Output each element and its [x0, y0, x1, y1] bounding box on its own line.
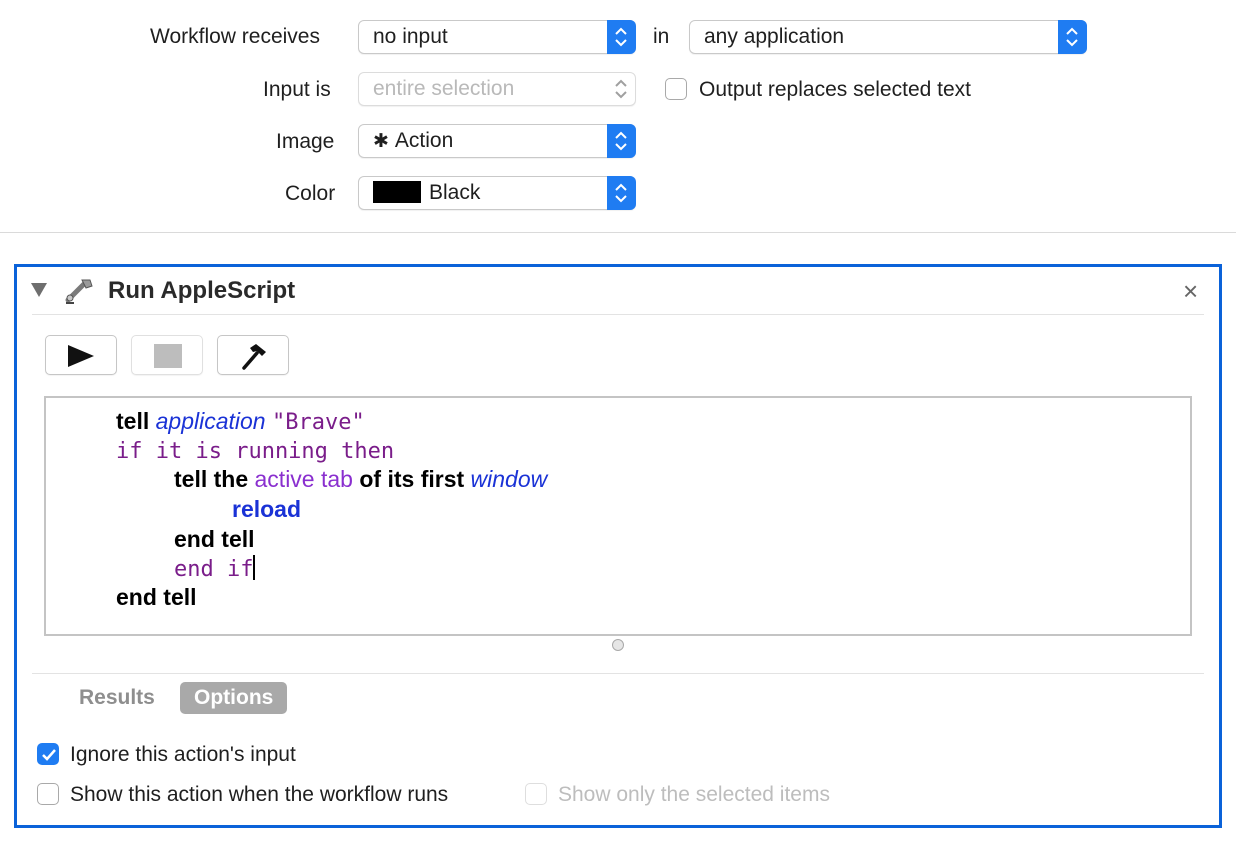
disclosure-triangle-icon[interactable] — [30, 282, 48, 303]
applescript-icon — [62, 276, 96, 311]
application-popup[interactable]: any application — [689, 20, 1087, 54]
show-action-checkbox[interactable] — [37, 783, 59, 805]
application-value: any application — [704, 25, 845, 48]
color-value: Black — [429, 181, 481, 204]
chevron-updown-icon — [607, 72, 636, 106]
tabs-divider — [32, 673, 1204, 674]
stop-icon — [154, 344, 182, 368]
show-action-label: Show this action when the workflow runs — [70, 783, 449, 806]
input-is-label: Input is — [263, 78, 331, 101]
script-line-2: if it is running then — [116, 439, 395, 464]
ignore-input-label: Ignore this action's input — [70, 743, 296, 766]
script-line-4: reload — [232, 496, 302, 522]
image-value: Action — [394, 129, 454, 152]
image-label: Image — [276, 130, 335, 153]
color-popup[interactable]: Black — [358, 176, 636, 210]
text-caret — [253, 555, 256, 580]
script-line-5: end tell — [174, 526, 255, 552]
tab-options[interactable]: Options — [180, 682, 288, 714]
play-icon — [68, 345, 94, 367]
run-button[interactable] — [45, 335, 117, 375]
output-replaces-checkbox[interactable] — [665, 78, 687, 100]
checkmark-icon — [42, 749, 56, 761]
hammer-icon — [242, 344, 266, 370]
input-is-popup: entire selection — [358, 72, 636, 106]
ignore-input-checkbox[interactable] — [37, 743, 59, 765]
chevron-updown-icon — [607, 176, 636, 210]
script-line-6: end if — [174, 555, 256, 582]
color-swatch — [373, 181, 421, 203]
section-divider — [0, 232, 1236, 233]
tab-results[interactable]: Results — [79, 686, 155, 710]
color-label: Color — [285, 182, 336, 205]
output-replaces-label: Output replaces selected text — [699, 78, 971, 101]
in-label: in — [653, 25, 670, 48]
script-line-3: tell the active tab of its first window — [174, 466, 548, 492]
show-selected-label: Show only the selected items — [558, 783, 830, 806]
header-divider — [32, 314, 1204, 315]
chevron-updown-icon — [607, 20, 636, 54]
show-selected-checkbox — [525, 783, 547, 805]
workflow-receives-label: Workflow receives — [150, 25, 320, 48]
resize-handle[interactable] — [612, 639, 624, 651]
script-line-1: tell application "Brave" — [116, 408, 365, 435]
workflow-receives-value: no input — [373, 25, 448, 48]
action-title: Run AppleScript — [108, 277, 296, 304]
input-is-value: entire selection — [373, 77, 515, 100]
script-line-7: end tell — [116, 584, 197, 610]
close-icon[interactable]: × — [1183, 276, 1198, 307]
compile-button[interactable] — [217, 335, 289, 375]
chevron-updown-icon — [607, 124, 636, 158]
chevron-updown-icon — [1058, 20, 1087, 54]
image-popup[interactable]: ✱ Action — [358, 124, 636, 158]
gear-icon: ✱ — [373, 131, 389, 152]
stop-button — [131, 335, 203, 375]
workflow-receives-popup[interactable]: no input — [358, 20, 636, 54]
